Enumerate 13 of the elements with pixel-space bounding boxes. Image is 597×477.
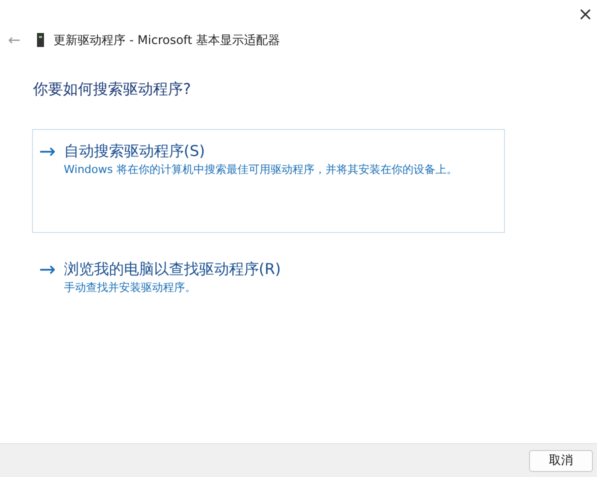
arrow-icon: →	[39, 140, 56, 222]
close-button[interactable]: ×	[574, 0, 597, 30]
option-description: 手动查找并安装驱动程序。	[64, 280, 197, 296]
option-title: 浏览我的电脑以查找驱动程序(R)	[64, 259, 281, 280]
option-title: 自动搜索驱动程序(S)	[64, 141, 206, 162]
page-heading: 你要如何搜索驱动程序?	[33, 80, 192, 99]
arrow-icon: →	[39, 258, 56, 296]
option-description: Windows 将在你的计算机中搜索最佳可用驱动程序，并将其安装在你的设备上。	[64, 162, 458, 178]
window-title: 更新驱动程序 - Microsoft 基本显示适配器	[54, 32, 280, 48]
option-card[interactable]: → 自动搜索驱动程序(S) Windows 将在你的计算机中搜索最佳可用驱动程序，并将其安装在你的设备上。	[32, 129, 505, 233]
option-card[interactable]: → 浏览我的电脑以查找驱动程序(R) 手动查找并安装驱动程序。	[32, 247, 505, 307]
cancel-button[interactable]: 取消	[529, 450, 593, 472]
device-icon	[36, 33, 44, 47]
